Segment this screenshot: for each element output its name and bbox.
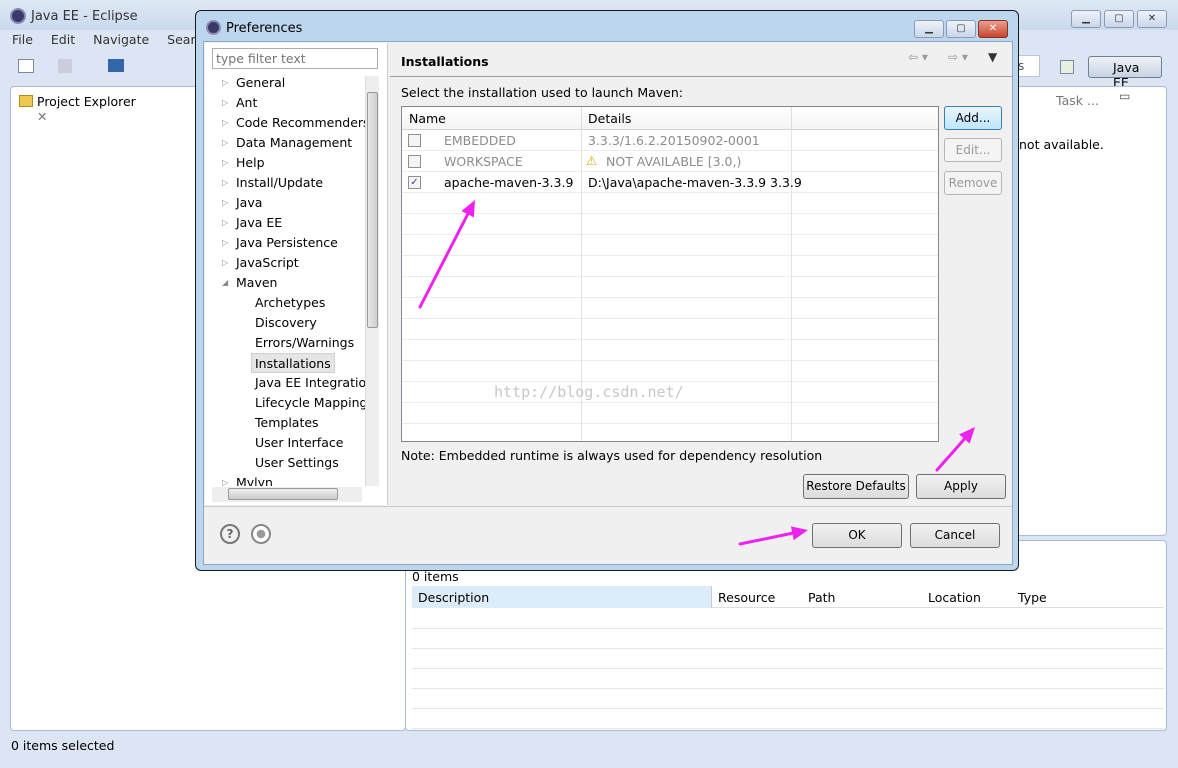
annotation-arrows: [418, 200, 975, 546]
annotation-arrow: [738, 530, 800, 546]
annotation-arrowhead: [790, 526, 808, 541]
annotation-arrow: [418, 207, 472, 309]
annotation-arrow: [935, 432, 970, 472]
